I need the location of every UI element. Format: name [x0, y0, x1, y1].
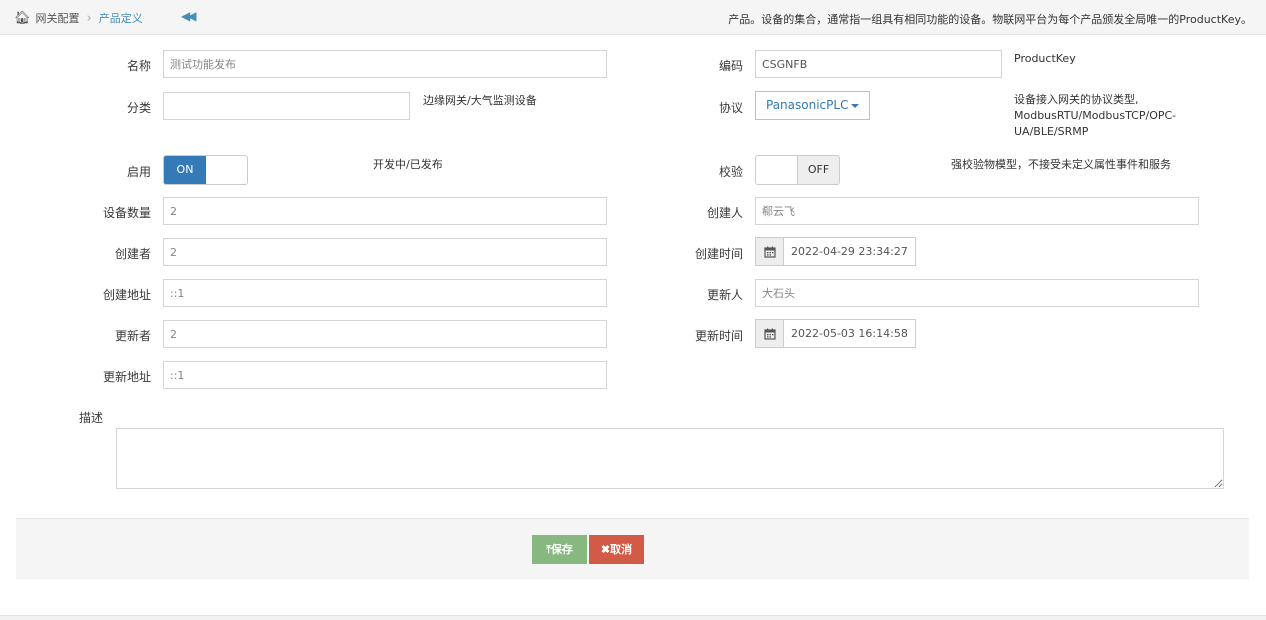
update-address-label: 更新地址	[102, 370, 151, 384]
create-time-value[interactable]: 2022-04-29 23:34:27	[784, 237, 916, 266]
update-time-label: 更新时间	[694, 329, 743, 343]
enable-toggle[interactable]: ON	[163, 155, 248, 185]
breadcrumb-current[interactable]: 产品定义	[99, 10, 143, 26]
device-count-label: 设备数量	[102, 206, 151, 220]
category-input[interactable]	[163, 92, 410, 120]
close-icon: ✖	[600, 544, 611, 556]
create-address-label: 创建地址	[102, 288, 151, 302]
name-label: 名称	[126, 59, 151, 73]
verify-toggle[interactable]: OFF	[755, 155, 840, 185]
description-textarea[interactable]	[116, 428, 1224, 489]
caret-down-icon	[851, 103, 860, 108]
category-hint: 边缘网关/大气监测设备	[423, 94, 537, 107]
form-actions: ⤒保存 ✖取消	[16, 518, 1249, 579]
protocol-selected: PanasonicPLC	[766, 98, 849, 112]
calendar-icon[interactable]	[755, 319, 784, 348]
calendar-icon[interactable]	[755, 237, 784, 266]
cancel-button[interactable]: ✖取消	[589, 535, 644, 564]
page-description: 产品。设备的集合，通常指一组具有相同功能的设备。物联网平台为每个产品颁发全局唯一…	[728, 13, 1252, 26]
code-label: 编码	[718, 59, 743, 73]
description-label: 描述	[78, 411, 103, 425]
breadcrumb: 🏠︎ 网关配置 › 产品定义	[14, 10, 143, 26]
protocol-label: 协议	[718, 101, 743, 115]
enable-hint: 开发中/已发布	[373, 158, 443, 171]
protocol-hint-line: ModbusRTU/ModbusTCP/OPC-	[1014, 109, 1177, 122]
save-button-label: 保存	[550, 544, 573, 556]
code-input[interactable]	[755, 50, 1002, 78]
name-input[interactable]	[163, 50, 607, 78]
protocol-hint-line: 设备接入网关的协议类型,	[1014, 93, 1139, 106]
verify-label: 校验	[718, 165, 743, 179]
enable-label: 启用	[126, 165, 151, 179]
update-time-field[interactable]: 2022-05-03 16:14:58	[755, 319, 916, 348]
device-count-input[interactable]	[163, 197, 607, 225]
category-label: 分类	[126, 101, 151, 115]
protocol-dropdown[interactable]: PanasonicPLC	[755, 91, 871, 120]
breadcrumb-root[interactable]: 网关配置	[36, 10, 80, 26]
verify-toggle-off: OFF	[797, 156, 839, 184]
enable-toggle-on: ON	[164, 156, 206, 184]
updater-id-label: 更新者	[114, 329, 151, 343]
updater-input[interactable]	[755, 279, 1199, 307]
creator-input[interactable]	[755, 197, 1199, 225]
save-button[interactable]: ⤒保存	[532, 535, 587, 564]
updater-id-input[interactable]	[163, 320, 607, 348]
protocol-hint-line: UA/BLE/SRMP	[1014, 125, 1089, 138]
create-time-field[interactable]: 2022-04-29 23:34:27	[755, 237, 916, 266]
create-time-label: 创建时间	[694, 247, 743, 261]
cancel-button-label: 取消	[610, 544, 633, 556]
updater-label: 更新人	[706, 288, 743, 302]
update-address-input[interactable]	[163, 361, 607, 389]
update-time-value[interactable]: 2022-05-03 16:14:58	[784, 319, 916, 348]
breadcrumb-separator-icon: ›	[86, 10, 92, 26]
create-address-input[interactable]	[163, 279, 607, 307]
creator-id-input[interactable]	[163, 238, 607, 266]
verify-hint: 强校验物模型，不接受未定义属性事件和服务	[951, 158, 1171, 171]
top-bar: 🏠︎ 网关配置 › 产品定义 ◀◀ 产品。设备的集合，通常指一组具有相同功能的设…	[0, 0, 1266, 35]
creator-id-label: 创建者	[114, 247, 151, 261]
double-left-icon[interactable]: ◀◀	[181, 9, 197, 23]
home-icon[interactable]: 🏠︎	[14, 11, 31, 26]
creator-label: 创建人	[706, 206, 743, 220]
protocol-hint: 设备接入网关的协议类型, ModbusRTU/ModbusTCP/OPC- UA…	[1014, 92, 1214, 140]
code-hint: ProductKey	[1014, 52, 1076, 65]
footer-divider	[0, 615, 1266, 620]
